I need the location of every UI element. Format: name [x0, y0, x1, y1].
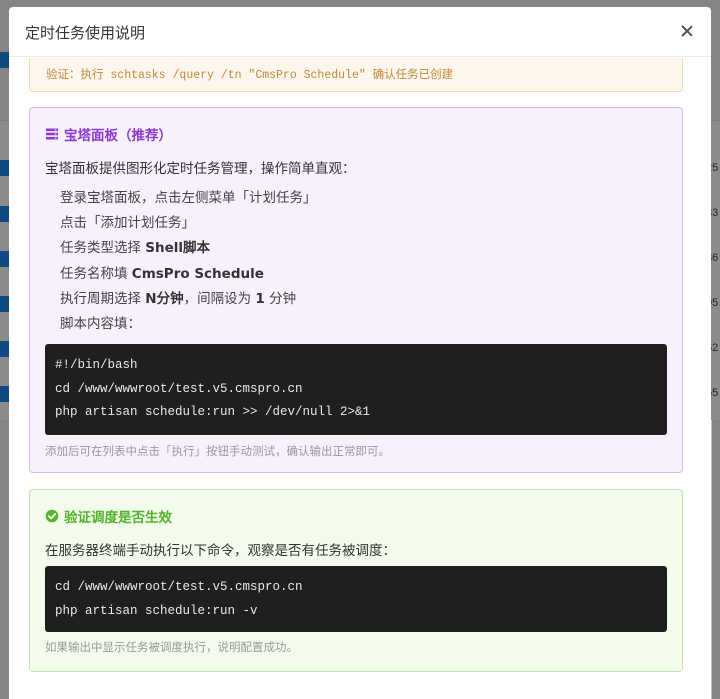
- baota-code-block[interactable]: #!/bin/bash cd /www/wwwroot/test.v5.cmsp…: [45, 344, 667, 435]
- baota-section-title: 宝塔面板（推荐）: [45, 124, 172, 144]
- verify-intro: 在服务器终端手动执行以下命令，观察是否有任务被调度：: [45, 543, 396, 559]
- verify-note: 如果输出中显示任务被调度执行，说明配置成功。: [45, 640, 298, 654]
- list-item: 执行周期选择 N分钟，间隔设为 1 分钟: [60, 290, 297, 307]
- help-modal: 定时任务使用说明 验证：执行 schtasks /query /tn "CmsP…: [9, 7, 711, 699]
- code-line: #!/bin/bash: [55, 358, 138, 372]
- modal-title: 定时任务使用说明: [25, 24, 146, 42]
- warning-box: 验证：执行 schtasks /query /tn "CmsPro Schedu…: [29, 58, 683, 92]
- modal-header: 定时任务使用说明: [9, 7, 711, 57]
- server-icon: [46, 128, 58, 140]
- code-line: cd /www/wwwroot/test.v5.cmspro.cn: [55, 381, 303, 396]
- verify-code-block[interactable]: cd /www/wwwroot/test.v5.cmspro.cn php ar…: [45, 566, 667, 632]
- baota-intro: 宝塔面板提供图形化定时任务管理，操作简单直观：: [45, 161, 356, 177]
- modal-body[interactable]: 验证：执行 schtasks /query /tn "CmsPro Schedu…: [9, 58, 711, 699]
- verify-section: 验证调度是否生效 在服务器终端手动执行以下命令，观察是否有任务被调度： cd /…: [29, 489, 683, 672]
- list-item: 脚本内容填：: [60, 315, 141, 332]
- close-icon[interactable]: [677, 21, 697, 41]
- list-item: 点击「添加计划任务」: [60, 215, 195, 232]
- baota-title-text: 宝塔面板（推荐）: [64, 128, 172, 144]
- baota-steps-list: 登录宝塔面板，点击左侧菜单「计划任务」 点击「添加计划任务」 任务类型选择 Sh…: [60, 186, 317, 337]
- baota-section: 宝塔面板（推荐） 宝塔面板提供图形化定时任务管理，操作简单直观： 登录宝塔面板，…: [29, 107, 683, 473]
- list-item: 任务类型选择 Shell脚本: [60, 240, 211, 257]
- verify-section-title: 验证调度是否生效: [45, 506, 172, 526]
- check-circle-icon: [45, 509, 59, 523]
- list-item: 任务名称填 CmsPro Schedule: [60, 265, 264, 282]
- code-line: php artisan schedule:run -v: [55, 603, 258, 618]
- code-line: php artisan schedule:run >> /dev/null 2>…: [55, 405, 371, 419]
- verify-title-text: 验证调度是否生效: [64, 510, 172, 526]
- baota-note: 添加后可在列表中点击「执行」按钮手动测试，确认输出正常即可。: [45, 444, 390, 458]
- warning-text: 验证：执行 schtasks /query /tn "CmsPro Schedu…: [46, 69, 454, 82]
- code-line: cd /www/wwwroot/test.v5.cmspro.cn: [55, 580, 303, 594]
- list-item: 登录宝塔面板，点击左侧菜单「计划任务」: [60, 190, 317, 206]
